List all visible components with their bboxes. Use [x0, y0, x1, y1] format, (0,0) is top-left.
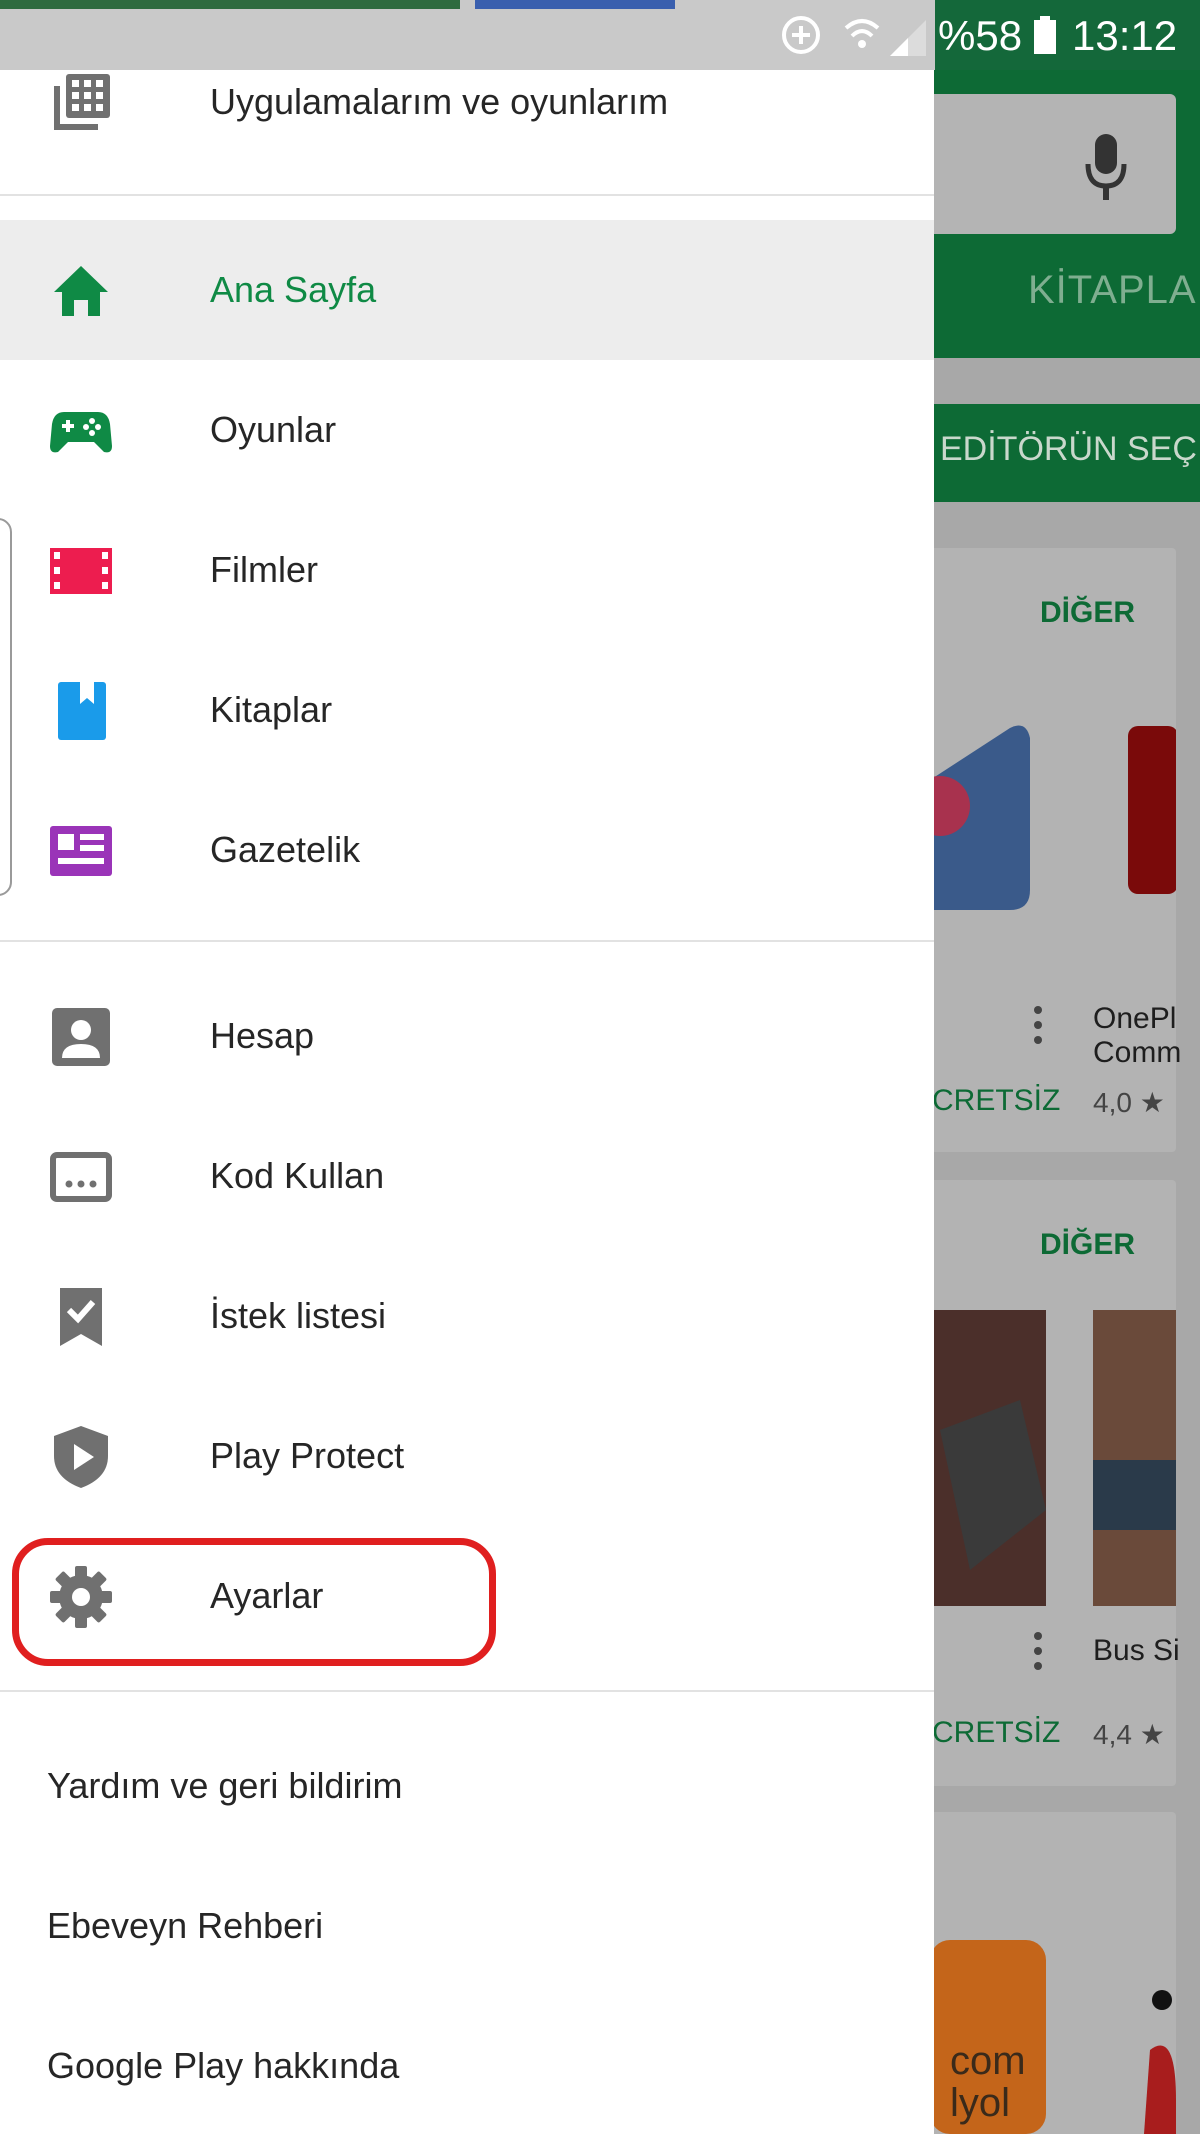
drawer-item-movies[interactable]: Filmler	[0, 500, 934, 640]
drawer-item-play-protect[interactable]: Play Protect	[0, 1386, 934, 1526]
divider	[0, 940, 934, 942]
divider	[0, 1690, 934, 1692]
film-icon	[50, 548, 112, 594]
drawer-item-about-google-play[interactable]: Google Play hakkında	[0, 1996, 934, 2134]
drawer-item-my-apps[interactable]: Uygulamalarım ve oyunlarım	[0, 32, 934, 172]
drawer-item-home[interactable]: Ana Sayfa	[0, 220, 934, 360]
more-link: DİĞER	[1040, 596, 1136, 629]
app-thumbnail	[930, 725, 1176, 910]
drawer-item-label: Kod Kullan	[210, 1155, 385, 1196]
price-label: CRETSİZ	[932, 1084, 1061, 1117]
gamepad-icon	[50, 412, 112, 453]
app-rating: 4,0 ★	[1093, 1087, 1165, 1118]
price-label: CRETSİZ	[932, 1716, 1061, 1749]
drawer-item-label: Filmler	[210, 549, 318, 590]
drawer-item-label: Google Play hakkında	[47, 2045, 400, 2086]
apps-grid-icon	[54, 74, 110, 130]
battery-percentage: %58	[938, 12, 1023, 59]
clock: 13:12	[1072, 12, 1178, 59]
home-icon	[54, 266, 108, 316]
redeem-code-icon	[50, 1152, 112, 1202]
editors-choice-chip: EDİTÖRÜN SEÇİ	[920, 404, 1200, 502]
battery-icon	[1034, 16, 1056, 54]
drawer-item-help-feedback[interactable]: Yardım ve geri bildirim	[0, 1716, 934, 1856]
drawer-item-books[interactable]: Kitaplar	[0, 640, 934, 780]
app-rating: 4,4 ★	[1093, 1719, 1165, 1750]
settings-highlight-outline	[12, 1538, 496, 1666]
microphone-icon	[1085, 134, 1127, 200]
drawer-item-label: İstek listesi	[210, 1295, 387, 1336]
drawer-item-label: Kitaplar	[210, 689, 333, 730]
account-icon	[52, 1008, 110, 1066]
drawer-item-label: Hesap	[210, 1015, 315, 1056]
tab-books: KİTAPLA	[1028, 268, 1197, 312]
drawer-item-newsstand[interactable]: Gazetelik	[0, 780, 934, 920]
book-icon	[58, 682, 106, 740]
app-name: OnePl Comm	[1093, 1002, 1182, 1069]
drawer-item-label: Gazetelik	[210, 829, 361, 870]
app-thumbnail	[930, 1310, 1176, 1606]
drawer-item-redeem[interactable]: Kod Kullan	[0, 1106, 934, 1246]
app-name: Bus Si	[1093, 1634, 1180, 1667]
drawer-item-label: Play Protect	[210, 1435, 405, 1476]
newsstand-icon	[50, 826, 112, 876]
drawer-item-label: Yardım ve geri bildirim	[47, 1765, 403, 1806]
play-protect-icon	[54, 1426, 108, 1488]
status-strip	[0, 0, 460, 9]
overflow-menu-icon	[1034, 1006, 1044, 1051]
drawer-item-account[interactable]: Hesap	[0, 966, 934, 1106]
editors-choice-label: EDİTÖRÜN SEÇİ	[940, 430, 1200, 468]
drawer-item-label: Uygulamalarım ve oyunlarım	[210, 81, 669, 122]
more-link: DİĞER	[1040, 1228, 1136, 1261]
search-bar	[900, 94, 1176, 234]
drawer-item-games[interactable]: Oyunlar	[0, 360, 934, 500]
navigation-drawer: Uygulamalarım ve oyunlarım Ana Sayfa Oyu…	[0, 70, 934, 2134]
overflow-menu-icon	[1034, 1632, 1044, 1677]
drawer-item-label: Oyunlar	[210, 409, 337, 450]
drawer-item-label: Ebeveyn Rehberi	[47, 1905, 324, 1946]
drawer-item-parent-guide[interactable]: Ebeveyn Rehberi	[0, 1856, 934, 1996]
drawer-item-wishlist[interactable]: İstek listesi	[0, 1246, 934, 1386]
drawer-item-label: Ana Sayfa	[210, 269, 377, 310]
edge-panel-handle	[0, 518, 12, 896]
app-logo-text: com lyol	[950, 2039, 1026, 2125]
wishlist-icon	[60, 1288, 102, 1346]
divider	[0, 194, 934, 196]
status-strip	[475, 0, 675, 9]
